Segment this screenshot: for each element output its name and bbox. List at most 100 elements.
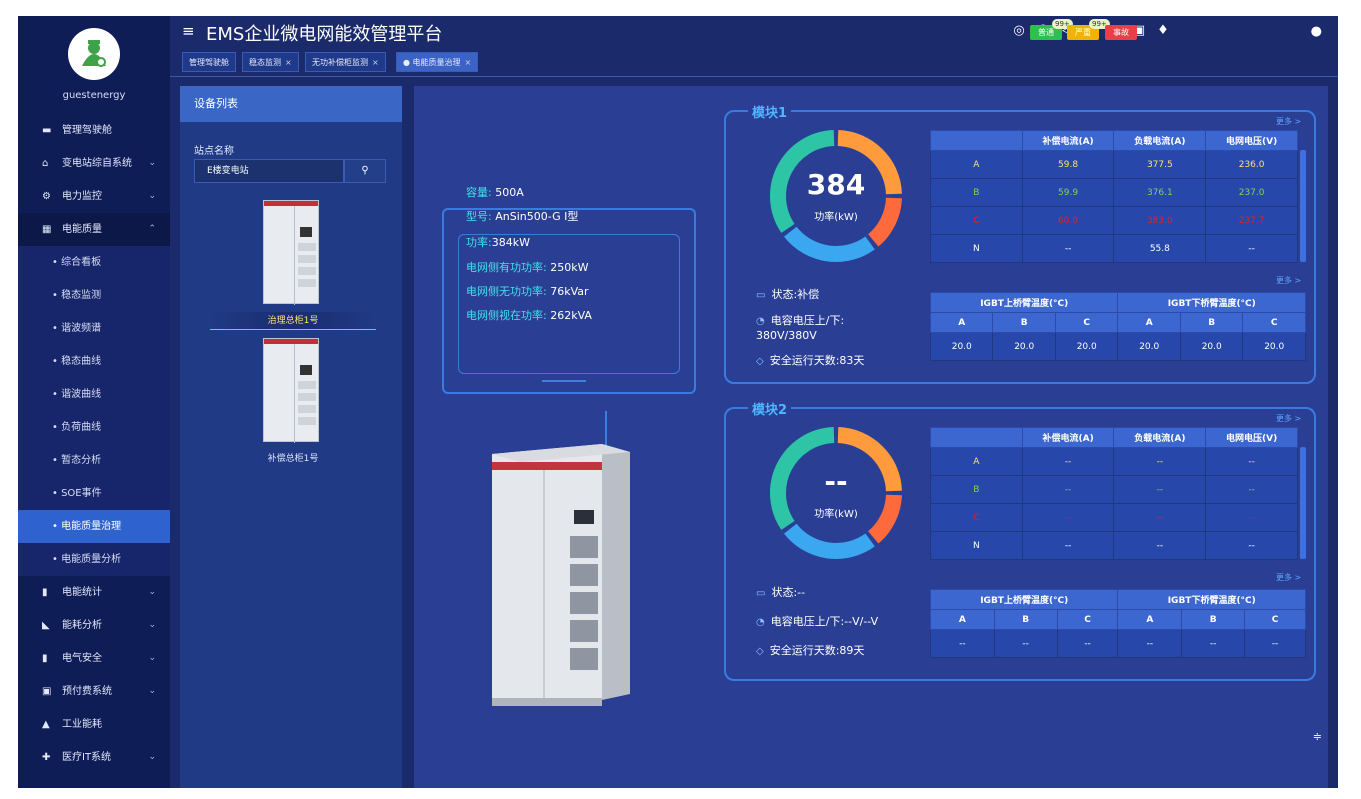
close-icon[interactable]: × (372, 58, 379, 67)
cabinet-thumb-1[interactable] (263, 200, 319, 305)
alert-badge-0[interactable]: 普通 99+ (1030, 19, 1073, 40)
menu-toggle-icon[interactable]: ≡ (182, 22, 195, 40)
user-icon[interactable]: ● (1311, 24, 1322, 39)
sidebar-item-5[interactable]: ◣ 能耗分析 ⌄ (18, 609, 170, 642)
sidebar-subitem-7[interactable]: • SOE事件 (18, 477, 170, 510)
sidebar-subitem-6[interactable]: • 暂态分析 (18, 444, 170, 477)
more-link[interactable]: 更多 > (1276, 413, 1301, 424)
sidebar-subitem-label: 负荷曲线 (61, 422, 102, 433)
table-header: B (992, 312, 1056, 333)
cap-voltage-text: ◔ 电容电压上/下: 380V/380V (756, 314, 845, 342)
sidebar-item-3[interactable]: ▦ 电能质量 ⌃ (18, 213, 170, 246)
sidebar-subitem-label: 稳态监测 (61, 290, 102, 301)
table-row: N -- -- -- (930, 531, 1298, 560)
app-title: EMS企业微电网能效管理平台 (206, 24, 443, 45)
sidebar-item-6[interactable]: ▮ 电气安全 ⌄ (18, 642, 170, 675)
search-button[interactable]: ⚲ (344, 159, 386, 183)
table-cell: -- (930, 629, 995, 658)
scrollbar[interactable] (1300, 150, 1306, 262)
sidebar-item-0[interactable]: ▬ 管理驾驶舱 (18, 114, 170, 147)
sidebar-subitem-label: 电能质量治理 (61, 521, 122, 532)
model-info: 型号: AnSin500-G I型 (466, 210, 579, 223)
table-cell: -- (993, 629, 1058, 658)
cabinet-label-1[interactable]: 治理总柜1号 (210, 312, 376, 330)
chevron-icon: ⌃ (148, 224, 156, 234)
sidebar-item-7[interactable]: ▣ 预付费系统 ⌄ (18, 675, 170, 708)
tab-0[interactable]: 管理驾驶舱 (182, 52, 236, 72)
tab-2[interactable]: 无功补偿柜监测 × (305, 52, 386, 72)
chevron-icon: ⌄ (148, 686, 156, 696)
tab-3[interactable]: ● 电能质量治理 × (396, 52, 479, 72)
sidebar-subitem-label: 综合看板 (61, 257, 102, 268)
shield-icon: ◇ (756, 646, 764, 657)
sidebar-subitem-0[interactable]: • 综合看板 (18, 246, 170, 279)
area-chart-icon: ◣ (42, 620, 50, 631)
sidebar-subitem-1[interactable]: • 稳态监测 (18, 279, 170, 312)
sidebar-subitem-label: 谐波曲线 (61, 389, 102, 400)
table-cell: 236.0 (1205, 150, 1298, 179)
sidebar-subitem-8[interactable]: • 电能质量治理 (18, 510, 170, 543)
table-header: A (930, 609, 995, 630)
table-cell: A (930, 150, 1023, 179)
chart-icon: ▦ (42, 224, 52, 235)
cabinet-label-2[interactable]: 补偿总柜1号 (210, 450, 376, 468)
table-cell: C (930, 206, 1023, 235)
waveform-icon: ▭ (756, 588, 766, 599)
table-cell: -- (1205, 234, 1298, 263)
close-icon[interactable]: × (285, 58, 292, 67)
capacity-info: 容量: 500A (466, 186, 524, 199)
settings-icon[interactable]: ◎ (1012, 24, 1026, 38)
sidebar-item-label: 电力监控 (62, 191, 102, 202)
monitor-icon: ▬ (42, 125, 52, 136)
module-1: 模块1 384 功率(kW) ▭ 状态:补偿 ◔ 电容电压上/下: 380V/380V ◇ 安全运… (724, 102, 1316, 384)
settings-slider-icon[interactable]: ≑ (1313, 730, 1322, 743)
table-cell: -- (1056, 629, 1119, 658)
table-header: 负载电流(A) (1113, 130, 1207, 151)
logo-icon (68, 28, 120, 80)
alert-badge-1[interactable]: 严重 99+ (1067, 19, 1110, 40)
chevron-icon: ⌄ (148, 653, 156, 663)
cap-voltage-text: ◔ 电容电压上/下:--V/--V (756, 615, 879, 628)
more-link[interactable]: 更多 > (1276, 572, 1301, 583)
alert-badge-2[interactable]: 事故 (1105, 25, 1137, 40)
table-cell: C (930, 503, 1023, 532)
sidebar-subitem-9[interactable]: • 电能质量分析 (18, 543, 170, 576)
more-link[interactable]: 更多 > (1276, 116, 1301, 127)
card-icon: ▣ (42, 686, 52, 697)
cabinet-thumb-2[interactable] (263, 338, 319, 443)
sidebar-item-1[interactable]: ⌂ 变电站综自系统 ⌄ (18, 147, 170, 180)
tab-1[interactable]: 稳态监测 × (242, 52, 299, 72)
more-link[interactable]: 更多 > (1276, 275, 1301, 286)
table-cell: -- (1113, 475, 1207, 504)
sidebar-item-9[interactable]: ✚ 医疗IT系统 ⌄ (18, 741, 170, 774)
tab-label: 无功补偿柜监测 (312, 58, 368, 67)
device-list-panel: 设备列表 站点名称 E楼变电站 ⚲ 治理总柜1号 补偿总柜1号 (180, 86, 402, 788)
sidebar-subitem-5[interactable]: • 负荷曲线 (18, 411, 170, 444)
chevron-icon: ⌄ (148, 620, 156, 630)
home-icon: ⌂ (42, 158, 49, 169)
table-header: C (1056, 609, 1119, 630)
battery-icon: ▮ (42, 653, 48, 664)
close-icon[interactable]: × (465, 58, 472, 67)
sidebar-item-4[interactable]: ▮ 电能统计 ⌄ (18, 576, 170, 609)
current-voltage-table: 补偿电流(A) 负载电流(A) 电网电压(V) A 59.8 377.5 236.0 B 59.… (930, 130, 1298, 263)
table-cell: 20.0 (1117, 332, 1181, 361)
table-header: IGBT上桥臂温度(°C) (929, 589, 1119, 610)
sidebar-subitem-label: 电能质量分析 (61, 554, 122, 565)
table-header: 电网电压(V) (1205, 130, 1298, 151)
sidebar-subitem-4[interactable]: • 谐波曲线 (18, 378, 170, 411)
shirt-icon[interactable]: ♦ (1156, 24, 1170, 38)
table-header: B (1181, 609, 1246, 630)
sidebar-item-8[interactable]: ▲ 工业能耗 (18, 708, 170, 741)
table-cell: 20.0 (1054, 332, 1119, 361)
sidebar-subitem-3[interactable]: • 稳态曲线 (18, 345, 170, 378)
table-cell: -- (1021, 531, 1115, 560)
station-input[interactable]: E楼变电站 (194, 159, 344, 183)
bullet-icon: • (52, 554, 62, 565)
table-cell: A (930, 447, 1023, 476)
sidebar-item-2[interactable]: ⚙ 电力监控 ⌄ (18, 180, 170, 213)
table-cell: 20.0 (1242, 332, 1306, 361)
tab-label: 电能质量治理 (412, 58, 461, 67)
sidebar-subitem-2[interactable]: • 谐波频谱 (18, 312, 170, 345)
scrollbar[interactable] (1300, 447, 1306, 559)
